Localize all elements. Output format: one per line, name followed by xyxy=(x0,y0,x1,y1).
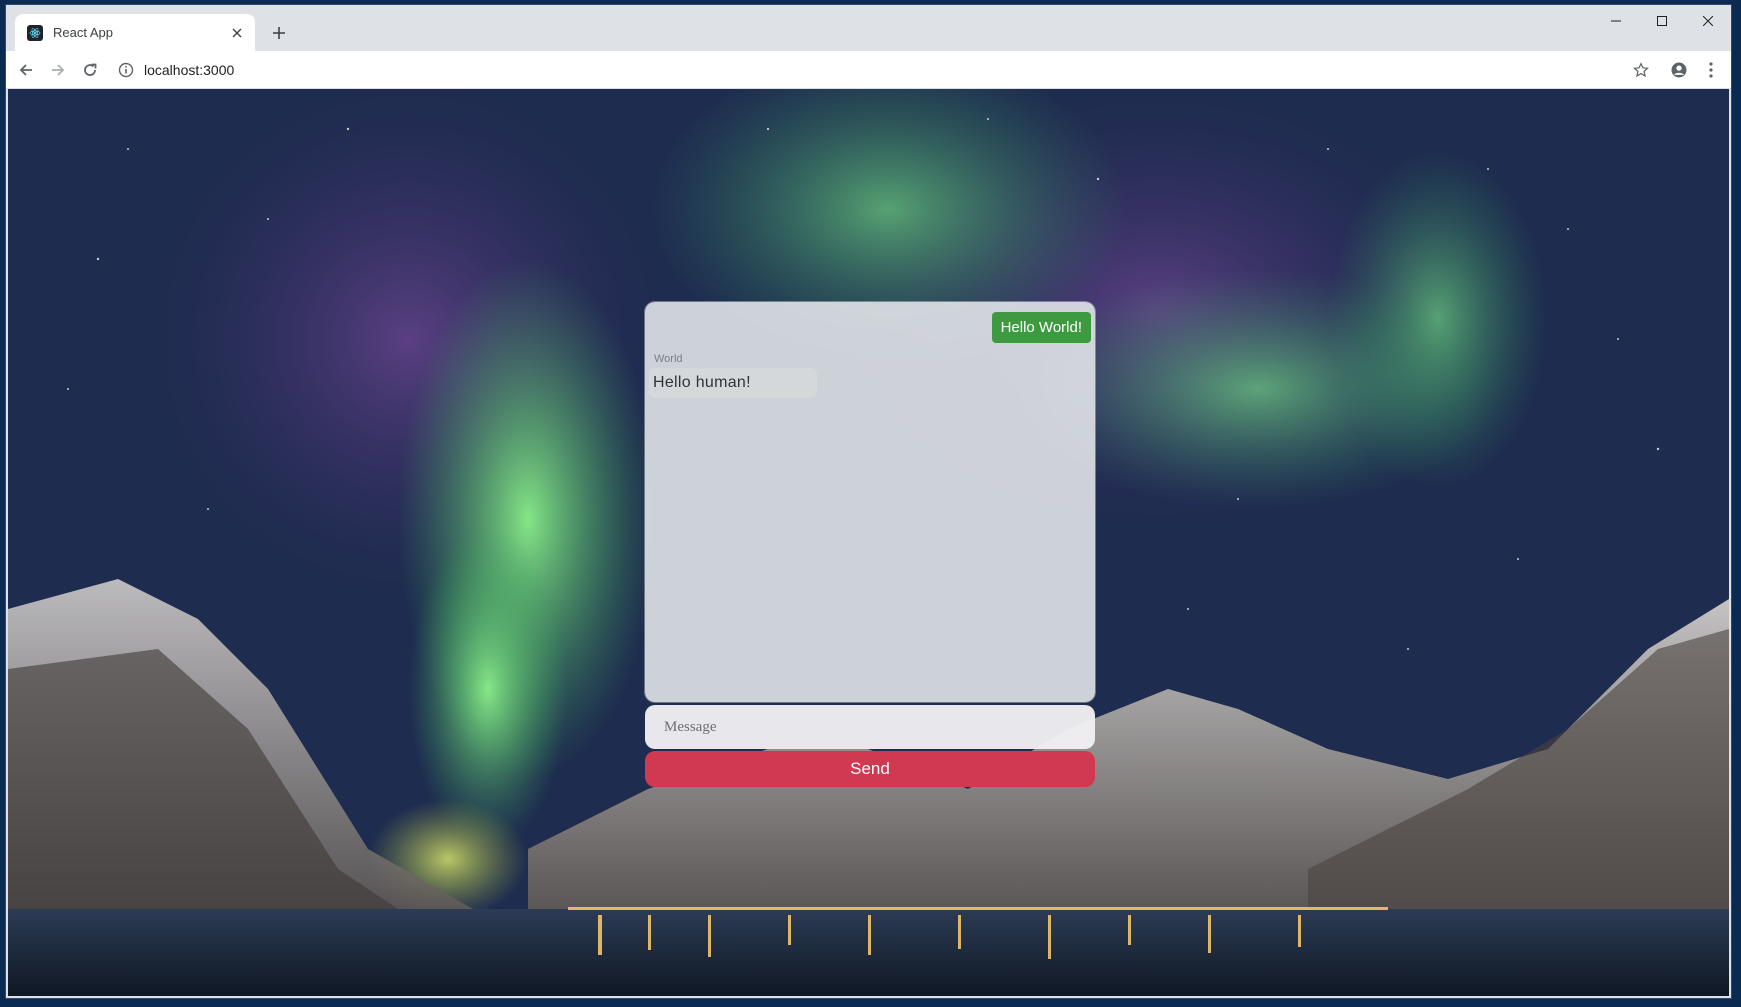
browser-window: React App localhost:3000 Hello World! Wo… xyxy=(6,5,1731,998)
minimize-icon[interactable] xyxy=(1593,5,1639,37)
account-icon[interactable] xyxy=(1665,56,1693,84)
message-sender-name: World xyxy=(654,353,683,365)
react-icon xyxy=(27,24,43,41)
kebab-menu-icon[interactable] xyxy=(1697,56,1725,84)
arrow-right-icon[interactable] xyxy=(44,56,72,84)
arrow-left-icon[interactable] xyxy=(12,56,40,84)
send-button[interactable]: Send xyxy=(645,751,1095,787)
tab-strip: React App xyxy=(6,5,1731,51)
chat-messages-panel: Hello World! World Hello human! xyxy=(645,302,1095,702)
sent-message-bubble: Hello World! xyxy=(991,312,1091,343)
toolbar-actions xyxy=(1627,56,1725,84)
tab-title: React App xyxy=(53,25,113,40)
message-input[interactable] xyxy=(645,705,1095,749)
window-controls xyxy=(1593,5,1731,37)
url-text: localhost:3000 xyxy=(144,61,235,78)
address-bar[interactable]: localhost:3000 xyxy=(110,55,1627,85)
page-viewport: Hello World! World Hello human! Send xyxy=(8,89,1729,996)
close-icon[interactable] xyxy=(1685,5,1731,37)
received-message-bubble: Hello human! xyxy=(649,368,817,398)
info-icon[interactable] xyxy=(118,62,134,78)
reload-icon[interactable] xyxy=(76,56,104,84)
star-icon[interactable] xyxy=(1627,56,1655,84)
close-tab-icon[interactable] xyxy=(227,23,247,43)
browser-toolbar: localhost:3000 xyxy=(6,51,1731,89)
tab-react-app[interactable]: React App xyxy=(15,14,255,51)
plus-icon[interactable] xyxy=(265,19,293,47)
maximize-icon[interactable] xyxy=(1639,5,1685,37)
